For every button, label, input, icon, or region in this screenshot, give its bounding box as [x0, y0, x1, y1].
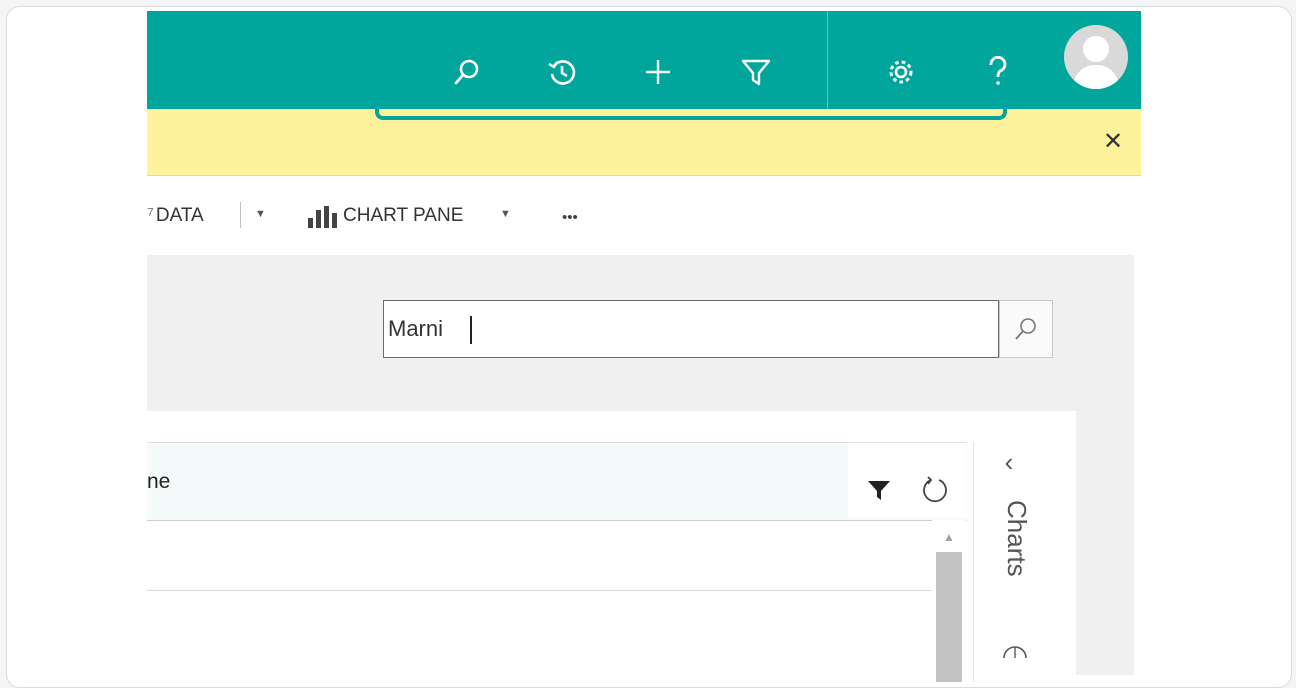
- more-options-button[interactable]: •••: [562, 205, 578, 229]
- grid-row-divider: [147, 590, 932, 591]
- close-icon[interactable]: ✕: [1098, 126, 1128, 156]
- text-cursor: [470, 316, 472, 344]
- bar-chart-icon: [306, 204, 342, 228]
- command-data-label: DATA: [155, 205, 204, 226]
- filter-icon[interactable]: [866, 477, 892, 503]
- chevron-down-icon[interactable]: ▼: [500, 208, 511, 220]
- chevron-down-icon[interactable]: ▼: [255, 208, 266, 220]
- column-header-label[interactable]: ne: [147, 470, 170, 494]
- search-button[interactable]: [999, 300, 1053, 358]
- command-data[interactable]: ⁷ DATA: [147, 202, 204, 230]
- chart-pane-button[interactable]: CHART PANE: [343, 202, 463, 230]
- pie-chart-icon: [1000, 644, 1030, 659]
- avatar[interactable]: [1064, 25, 1128, 89]
- search-icon: [1015, 318, 1036, 340]
- search-input-value: Marni: [388, 316, 444, 341]
- chevron-left-icon[interactable]: ‹: [994, 447, 1024, 477]
- refresh-icon[interactable]: [919, 474, 951, 506]
- command-divider: [240, 202, 241, 228]
- scrollbar-thumb[interactable]: [936, 552, 962, 682]
- grid-header: [147, 442, 967, 521]
- search-input[interactable]: [383, 300, 999, 358]
- charts-panel-toggle[interactable]: Charts: [1001, 500, 1032, 577]
- highlight-outline: [375, 72, 1007, 120]
- scroll-up-icon[interactable]: ▲: [940, 530, 958, 544]
- chart-pane-label: CHART PANE: [343, 205, 464, 226]
